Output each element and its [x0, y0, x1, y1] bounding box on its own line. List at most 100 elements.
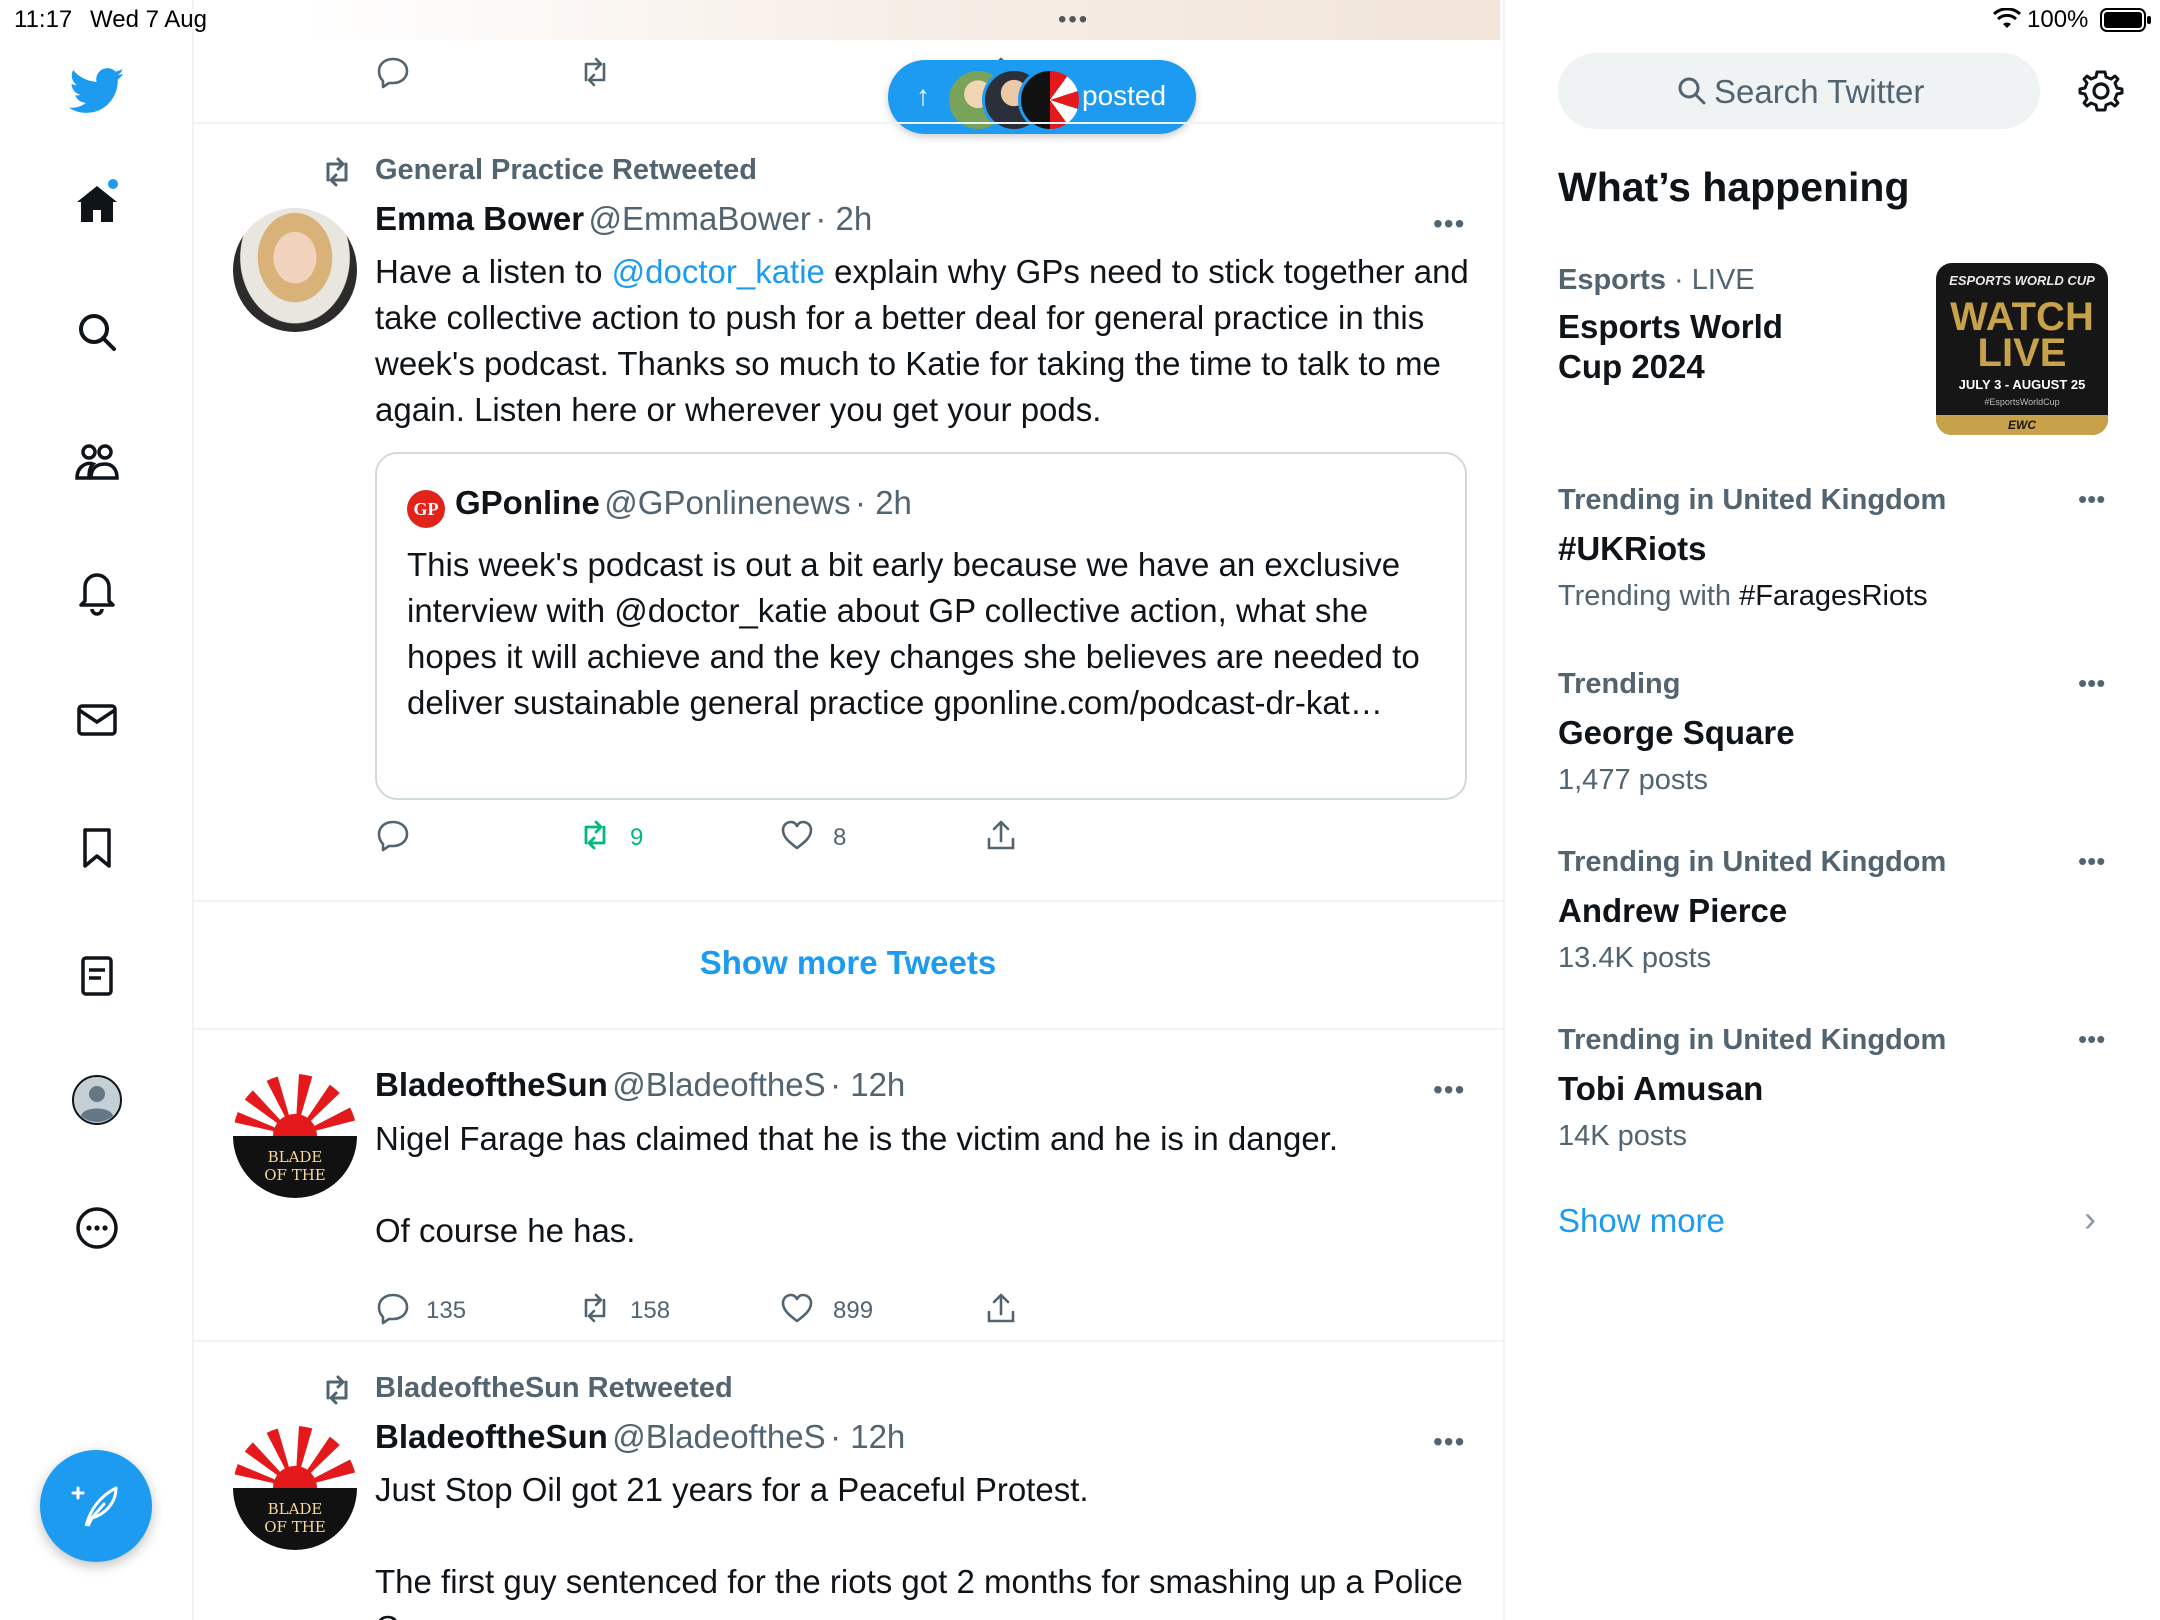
retweeted-by-label[interactable]: General Practice Retweeted [375, 154, 757, 187]
trend-post-count: 1,477 posts [1558, 764, 1708, 796]
twitter-logo-icon[interactable] [69, 62, 125, 118]
author-name[interactable]: Emma Bower [375, 200, 584, 237]
retweet-icon[interactable] [577, 54, 613, 90]
tweet-time[interactable]: · 12h [830, 1418, 905, 1455]
author-handle[interactable]: @BladeoftheS [612, 1066, 825, 1103]
arrow-up-icon: ↑ [916, 80, 930, 111]
trend-sub-hashtag[interactable]: #FaragesRiots [1739, 580, 1928, 612]
quoted-tweet[interactable]: GP GPonline @GPonlinenews · 2h This week… [375, 452, 1467, 800]
trend-category: Esports [1558, 264, 1666, 296]
trend-meta: Trending in United Kingdom [1558, 1024, 1947, 1056]
avatar-text: OF THE [264, 1518, 326, 1536]
chevron-right-icon[interactable]: › [2084, 1198, 2096, 1240]
esports-world-cup-thumbnail[interactable]: ESPORTS WORLD CUP WATCH LIVE JULY 3 - AU… [1936, 263, 2108, 435]
tweet-time[interactable]: · 2h [815, 200, 872, 237]
share-icon[interactable] [983, 1290, 1019, 1326]
tweet-header: BladeoftheSun @BladeoftheS · 12h [375, 1066, 905, 1104]
settings-gear-icon[interactable] [2078, 68, 2124, 114]
communities-icon[interactable] [69, 434, 125, 490]
share-icon[interactable] [983, 817, 1019, 853]
like-heart-icon[interactable] [779, 1290, 815, 1326]
home-icon[interactable] [69, 176, 125, 232]
thumb-dates-text: JULY 3 - AUGUST 25 [1958, 377, 2086, 392]
tweet-text: Just Stop Oil got 21 years for a Peacefu… [375, 1471, 1089, 1508]
tweet[interactable]: General Practice Retweeted Emma Bower @E… [193, 124, 1503, 900]
compose-icon [71, 1486, 118, 1527]
compose-tweet-button[interactable] [40, 1450, 152, 1562]
trend-meta: Esports · LIVE [1558, 264, 1755, 297]
tweet[interactable]: BladeoftheSun Retweeted BLADE OF THE Bla… [193, 1342, 1503, 1620]
trend-title: Esports World [1558, 308, 1783, 345]
messages-envelope-icon[interactable] [69, 692, 125, 748]
trend-title: George Square [1558, 714, 1795, 751]
more-options-icon[interactable] [69, 1200, 125, 1256]
tweet-text: Have a listen to @doctor_katie explain w… [375, 249, 1475, 433]
bookmarks-icon[interactable] [69, 820, 125, 876]
thumb-top-text: ESPORTS WORLD CUP [1949, 273, 2095, 288]
reply-icon[interactable] [375, 1290, 411, 1326]
trend-more-options[interactable]: ••• [2078, 668, 2105, 699]
reply-icon[interactable] [375, 54, 411, 90]
search-twitter-input[interactable]: Search Twitter [1558, 53, 2040, 129]
divider [193, 900, 1503, 902]
search-icon[interactable] [69, 304, 125, 360]
trend-item[interactable]: Trending in United Kingdom #UKRiots Tren… [1558, 484, 2108, 624]
thumb-live-text: LIVE [1977, 331, 2067, 375]
tweet-header: Emma Bower @EmmaBower · 2h [375, 200, 872, 238]
avatar[interactable]: BLADE OF THE [233, 1426, 357, 1550]
author-handle[interactable]: @EmmaBower [589, 200, 811, 237]
trend-more-options[interactable]: ••• [2078, 484, 2105, 515]
avatar-text: BLADE [268, 1148, 323, 1166]
reply-icon[interactable] [375, 817, 411, 853]
avatar[interactable] [233, 208, 357, 332]
gponline-logo: GP [407, 490, 445, 528]
quote-author-name: GPonline [455, 484, 600, 521]
retweet-small-icon [317, 1372, 357, 1408]
tweet[interactable]: BLADE OF THE BladeoftheSun @BladeoftheS … [193, 1030, 1503, 1340]
retweeted-by-label[interactable]: BladeoftheSun Retweeted [375, 1372, 733, 1405]
trend-sub-prefix: Trending with [1558, 580, 1740, 612]
author-name[interactable]: BladeoftheSun [375, 1418, 608, 1455]
trend-meta: Trending in United Kingdom [1558, 484, 1947, 516]
search-placeholder: Search Twitter [1714, 73, 1925, 110]
quote-header: GPonline @GPonlinenews · 2h [455, 484, 912, 522]
like-heart-icon[interactable] [779, 817, 815, 853]
trend-title: #UKRiots [1558, 530, 1707, 567]
trend-item[interactable]: Trending in United Kingdom Tobi Amusan 1… [1558, 1024, 2108, 1164]
show-more-tweets-button[interactable]: Show more Tweets [193, 944, 1503, 982]
like-count: 899 [833, 1297, 874, 1324]
tweet-text: Of course he has. [375, 1212, 636, 1249]
battery-icon [2100, 8, 2152, 32]
tweet-more-options[interactable]: ••• [1433, 1074, 1465, 1106]
whats-happening-heading: What’s happening [1558, 164, 1910, 210]
lists-icon[interactable] [69, 948, 125, 1004]
tweet-time[interactable]: · 12h [830, 1066, 905, 1103]
retweet-icon[interactable] [577, 1290, 613, 1326]
reply-count: 135 [426, 1297, 467, 1324]
trend-meta: Trending in United Kingdom [1558, 846, 1947, 878]
profile-avatar-icon[interactable] [69, 1072, 125, 1128]
trend-post-count: 14K posts [1558, 1120, 1687, 1152]
quote-text: This week's podcast is out a bit early b… [407, 546, 1420, 721]
trend-more-options[interactable]: ••• [2078, 846, 2105, 877]
search-icon [1676, 75, 1708, 107]
wifi-icon [1993, 8, 2021, 30]
author-name[interactable]: BladeoftheSun [375, 1066, 608, 1103]
avatar[interactable]: BLADE OF THE [233, 1074, 357, 1198]
tweet-header: BladeoftheSun @BladeoftheS · 12h [375, 1418, 905, 1456]
tweet-more-options[interactable]: ••• [1433, 208, 1465, 240]
retweet-count: 9 [630, 824, 644, 851]
show-more-trends-link[interactable]: Show more [1558, 1202, 1725, 1240]
quote-time: · 2h [855, 484, 912, 521]
retweet-small-icon [317, 154, 357, 190]
retweet-icon[interactable] [577, 817, 613, 853]
trend-item[interactable]: Trending George Square 1,477 posts ••• [1558, 668, 2108, 808]
trend-item[interactable]: Trending in United Kingdom Andrew Pierce… [1558, 846, 2108, 986]
trend-sub: Trending with #FaragesRiots [1558, 580, 1928, 613]
mention-link[interactable]: @doctor_katie [612, 253, 825, 290]
trend-more-options[interactable]: ••• [2078, 1024, 2105, 1055]
author-handle[interactable]: @BladeoftheS [612, 1418, 825, 1455]
notifications-bell-icon[interactable] [69, 563, 125, 619]
tweet-more-options[interactable]: ••• [1433, 1426, 1465, 1458]
trend-title: Tobi Amusan [1558, 1070, 1764, 1107]
